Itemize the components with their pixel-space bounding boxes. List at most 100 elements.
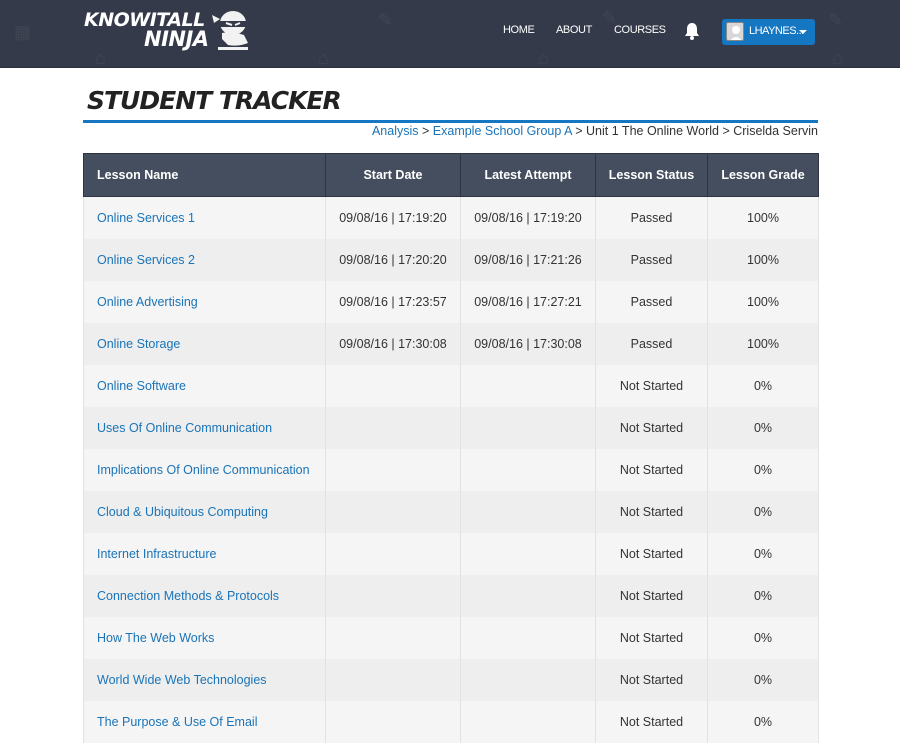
lesson-name-cell: Online Services 2 — [83, 238, 326, 281]
lesson-name-cell: Internet Infrastructure — [83, 532, 326, 575]
start-date-cell — [325, 364, 461, 407]
lesson-grade-cell: 0% — [707, 406, 819, 449]
lesson-name-cell: Online Advertising — [83, 280, 326, 323]
breadcrumb-unit: Unit 1 The Online World — [586, 124, 719, 138]
start-date-cell — [325, 448, 461, 491]
start-date-cell — [325, 658, 461, 701]
latest-attempt-cell — [460, 574, 596, 617]
lesson-status-cell: Not Started — [595, 574, 708, 617]
background-pattern-icon: ✎ — [378, 10, 394, 30]
latest-attempt-cell: 09/08/16 | 17:21:26 — [460, 238, 596, 281]
lesson-name-cell: Online Storage — [83, 322, 326, 365]
site-logo[interactable]: KNOWITALL NINJA — [84, 9, 254, 53]
table-row: Online Storage 09/08/16 | 17:30:08 09/08/1… — [83, 322, 819, 365]
table-row: Implications Of Online Communication Not … — [83, 448, 819, 491]
table-body: Online Services 1 09/08/16 | 17:19:20 09/0… — [83, 196, 819, 743]
lesson-grade-cell: 0% — [707, 658, 819, 701]
lesson-name-cell: Connection Methods & Protocols — [83, 574, 326, 617]
top-navigation-bar: ▦ ⌂ ⌂ ✎ ⌂ ✎ ⌂ ✎ KNOWITALL NINJA HOME ABO… — [0, 0, 900, 68]
lesson-name-link[interactable]: Implications Of Online Communication — [97, 463, 310, 477]
lesson-name-link[interactable]: Connection Methods & Protocols — [97, 589, 279, 603]
table-header-row: Lesson Name Start Date Latest Attempt Le… — [83, 153, 819, 197]
lesson-name-link[interactable]: How The Web Works — [97, 631, 214, 645]
lesson-status-cell: Passed — [595, 280, 708, 323]
column-header-latest-attempt[interactable]: Latest Attempt — [460, 153, 596, 197]
lesson-name-link[interactable]: Online Software — [97, 379, 186, 393]
latest-attempt-cell — [460, 490, 596, 533]
latest-attempt-cell — [460, 364, 596, 407]
lesson-status-cell: Not Started — [595, 532, 708, 575]
lesson-name-link[interactable]: Online Services 2 — [97, 253, 195, 267]
nav-home-link[interactable]: HOME — [503, 24, 535, 36]
lesson-name-cell: How The Web Works — [83, 616, 326, 659]
lesson-name-link[interactable]: The Purpose & Use Of Email — [97, 715, 257, 729]
background-pattern-icon: ▦ — [14, 22, 32, 42]
breadcrumb: Analysis > Example School Group A > Unit… — [372, 124, 818, 138]
background-pattern-icon: ⌂ — [318, 48, 329, 68]
column-header-lesson-grade[interactable]: Lesson Grade — [707, 153, 819, 197]
table-row: Connection Methods & Protocols Not Starte… — [83, 574, 819, 617]
background-pattern-icon: ⌂ — [832, 48, 843, 68]
lesson-name-cell: Uses Of Online Communication — [83, 406, 326, 449]
lesson-name-cell: Implications Of Online Communication — [83, 448, 326, 491]
start-date-cell: 09/08/16 | 17:19:20 — [325, 196, 461, 239]
latest-attempt-cell: 09/08/16 | 17:30:08 — [460, 322, 596, 365]
lesson-name-link[interactable]: Online Services 1 — [97, 211, 195, 225]
latest-attempt-cell: 09/08/16 | 17:19:20 — [460, 196, 596, 239]
nav-about-link[interactable]: ABOUT — [556, 24, 592, 36]
start-date-cell — [325, 406, 461, 449]
latest-attempt-cell: 09/08/16 | 17:27:21 — [460, 280, 596, 323]
lesson-grade-cell: 0% — [707, 532, 819, 575]
start-date-cell — [325, 490, 461, 533]
page-title: STUDENT TRACKER — [87, 86, 342, 115]
lesson-grade-cell: 100% — [707, 322, 819, 365]
column-header-lesson-status[interactable]: Lesson Status — [595, 153, 708, 197]
lesson-name-link[interactable]: Online Advertising — [97, 295, 198, 309]
user-name: LHAYNES... — [749, 25, 804, 37]
lesson-status-cell: Passed — [595, 322, 708, 365]
lesson-name-cell: Online Software — [83, 364, 326, 407]
lesson-status-cell: Not Started — [595, 364, 708, 407]
lesson-grade-cell: 0% — [707, 364, 819, 407]
start-date-cell — [325, 700, 461, 743]
breadcrumb-school-group[interactable]: Example School Group A — [433, 124, 572, 138]
nav-courses-link[interactable]: COURSES — [614, 24, 666, 36]
lesson-name-link[interactable]: Online Storage — [97, 337, 180, 351]
latest-attempt-cell — [460, 532, 596, 575]
lesson-grade-cell: 0% — [707, 616, 819, 659]
table-row: Online Services 2 09/08/16 | 17:20:20 09/0… — [83, 238, 819, 281]
lesson-grade-cell: 0% — [707, 700, 819, 743]
breadcrumb-student: Criselda Servin — [733, 124, 818, 138]
lesson-status-cell: Not Started — [595, 490, 708, 533]
breadcrumb-separator: > — [722, 124, 734, 138]
lesson-name-link[interactable]: World Wide Web Technologies — [97, 673, 267, 687]
lesson-name-cell: Cloud & Ubiquitous Computing — [83, 490, 326, 533]
bell-icon[interactable] — [684, 22, 700, 40]
lesson-name-link[interactable]: Internet Infrastructure — [97, 547, 217, 561]
chevron-down-icon — [799, 30, 807, 34]
start-date-cell — [325, 574, 461, 617]
breadcrumb-analysis[interactable]: Analysis — [372, 124, 419, 138]
column-header-lesson-name[interactable]: Lesson Name — [83, 153, 326, 197]
lesson-status-cell: Passed — [595, 238, 708, 281]
lesson-grade-cell: 100% — [707, 280, 819, 323]
lesson-grade-cell: 0% — [707, 448, 819, 491]
latest-attempt-cell — [460, 448, 596, 491]
user-avatar-icon — [726, 22, 744, 41]
user-menu-button[interactable]: LHAYNES... — [722, 19, 815, 45]
column-header-start-date[interactable]: Start Date — [325, 153, 461, 197]
latest-attempt-cell — [460, 616, 596, 659]
breadcrumb-separator: > — [575, 124, 587, 138]
latest-attempt-cell — [460, 406, 596, 449]
table-row: Internet Infrastructure Not Started 0% — [83, 532, 819, 575]
student-tracker-table-container: Lesson Name Start Date Latest Attempt Le… — [83, 153, 819, 743]
start-date-cell: 09/08/16 | 17:30:08 — [325, 322, 461, 365]
background-pattern-icon: ✎ — [828, 10, 844, 30]
lesson-status-cell: Passed — [595, 196, 708, 239]
breadcrumb-separator: > — [422, 124, 433, 138]
latest-attempt-cell — [460, 658, 596, 701]
lesson-name-link[interactable]: Cloud & Ubiquitous Computing — [97, 505, 268, 519]
lesson-status-cell: Not Started — [595, 616, 708, 659]
lesson-name-link[interactable]: Uses Of Online Communication — [97, 421, 272, 435]
table-row: World Wide Web Technologies Not Started 0% — [83, 658, 819, 701]
